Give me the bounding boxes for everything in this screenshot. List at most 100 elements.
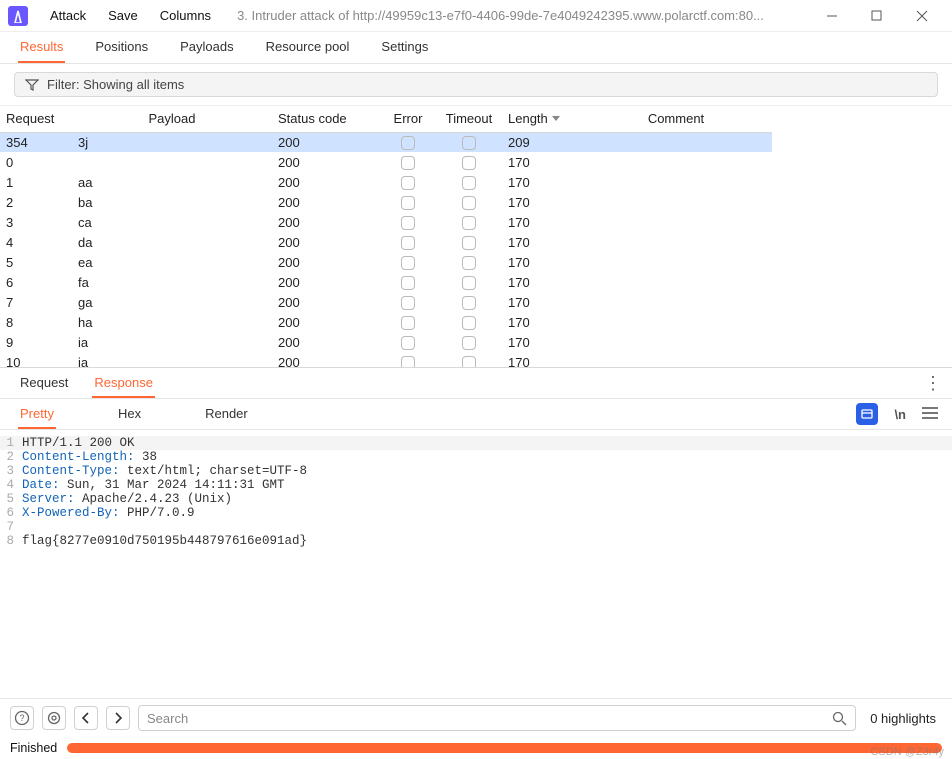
main-tabs: Results Positions Payloads Resource pool… — [0, 32, 952, 64]
tab-pretty[interactable]: Pretty — [18, 400, 56, 429]
checkbox-timeout[interactable] — [462, 156, 476, 170]
checkbox-timeout[interactable] — [462, 316, 476, 330]
minimize-button[interactable] — [809, 1, 854, 31]
table-row[interactable]: 6fa200170 — [0, 272, 772, 292]
col-request[interactable]: Request — [0, 106, 72, 132]
table-row[interactable]: 10ja200170 — [0, 352, 772, 368]
checkbox-error[interactable] — [401, 256, 415, 270]
search-placeholder: Search — [147, 711, 188, 726]
col-error[interactable]: Error — [380, 106, 436, 132]
filter-text: Filter: Showing all items — [47, 77, 184, 92]
checkbox-error[interactable] — [401, 136, 415, 150]
checkbox-error[interactable] — [401, 276, 415, 290]
hamburger-icon[interactable] — [922, 407, 938, 422]
maximize-button[interactable] — [854, 1, 899, 31]
table-row[interactable]: 4da200170 — [0, 232, 772, 252]
help-button[interactable]: ? — [10, 706, 34, 730]
checkbox-timeout[interactable] — [462, 136, 476, 150]
detail-tabs-bar: Request Response ⋮ — [0, 368, 952, 399]
checkbox-timeout[interactable] — [462, 236, 476, 250]
table-row[interactable]: 0200170 — [0, 152, 772, 172]
table-row[interactable]: 3ca200170 — [0, 212, 772, 232]
close-button[interactable] — [899, 1, 944, 31]
line-number: 2 — [0, 450, 22, 464]
checkbox-timeout[interactable] — [462, 276, 476, 290]
checkbox-error[interactable] — [401, 156, 415, 170]
table-row[interactable]: 5ea200170 — [0, 252, 772, 272]
menu-attack[interactable]: Attack — [40, 4, 96, 27]
code-line: Content-Type: text/html; charset=UTF-8 — [22, 464, 307, 478]
tab-resource-pool[interactable]: Resource pool — [264, 32, 352, 63]
svg-text:?: ? — [19, 713, 24, 723]
table-row[interactable]: 8ha200170 — [0, 312, 772, 332]
tab-request[interactable]: Request — [18, 369, 70, 398]
checkbox-error[interactable] — [401, 176, 415, 190]
checkbox-timeout[interactable] — [462, 256, 476, 270]
line-number: 4 — [0, 478, 22, 492]
app-icon — [8, 6, 28, 26]
col-status[interactable]: Status code — [272, 106, 380, 132]
line-number: 5 — [0, 492, 22, 506]
col-length-label: Length — [508, 111, 548, 126]
menu-columns[interactable]: Columns — [150, 4, 221, 27]
checkbox-timeout[interactable] — [462, 216, 476, 230]
table-row[interactable]: 2ba200170 — [0, 192, 772, 212]
checkbox-error[interactable] — [401, 196, 415, 210]
tab-positions[interactable]: Positions — [93, 32, 150, 63]
table-row[interactable]: 1aa200170 — [0, 172, 772, 192]
newline-toggle[interactable]: \n — [894, 407, 906, 422]
checkbox-timeout[interactable] — [462, 196, 476, 210]
prev-button[interactable] — [74, 706, 98, 730]
filter-bar: Filter: Showing all items — [0, 64, 952, 106]
checkbox-error[interactable] — [401, 296, 415, 310]
col-comment[interactable]: Comment — [580, 106, 772, 132]
checkbox-timeout[interactable] — [462, 176, 476, 190]
tab-render[interactable]: Render — [203, 400, 250, 429]
checkbox-error[interactable] — [401, 316, 415, 330]
checkbox-timeout[interactable] — [462, 296, 476, 310]
checkbox-error[interactable] — [401, 356, 415, 368]
more-options-icon[interactable]: ⋮ — [924, 373, 940, 394]
line-number: 1 — [0, 436, 22, 450]
checkbox-error[interactable] — [401, 336, 415, 350]
sort-asc-icon — [552, 116, 560, 121]
code-line: X-Powered-By: PHP/7.0.9 — [22, 506, 195, 520]
search-icon — [832, 711, 847, 726]
window-title: 3. Intruder attack of http://49959c13-e7… — [225, 8, 805, 23]
checkbox-error[interactable] — [401, 216, 415, 230]
tab-hex[interactable]: Hex — [116, 400, 143, 429]
format-tabs-bar: Pretty Hex Render \n — [0, 399, 952, 430]
code-line: Server: Apache/2.4.23 (Unix) — [22, 492, 232, 506]
code-line: Date: Sun, 31 Mar 2024 14:11:31 GMT — [22, 478, 285, 492]
table-row[interactable]: 3543j200209 — [0, 132, 772, 152]
inspector-icon[interactable] — [856, 403, 878, 425]
menu-bar: Attack Save Columns — [40, 4, 221, 27]
results-table[interactable]: Request Payload Status code Error Timeou… — [0, 106, 952, 368]
status-text: Finished — [10, 741, 57, 755]
search-input[interactable]: Search — [138, 705, 856, 731]
table-row[interactable]: 9ia200170 — [0, 332, 772, 352]
col-payload[interactable]: Payload — [72, 106, 272, 132]
response-body[interactable]: 1HTTP/1.1 200 OK 2Content-Length: 38 3Co… — [0, 430, 952, 698]
status-bar: Finished CSDN @Z3r4y — [0, 737, 952, 759]
tab-response[interactable]: Response — [92, 369, 155, 398]
next-button[interactable] — [106, 706, 130, 730]
line-number: 7 — [0, 520, 22, 534]
code-line: Content-Length: 38 — [22, 450, 157, 464]
table-row[interactable]: 7ga200170 — [0, 292, 772, 312]
col-length[interactable]: Length — [502, 106, 580, 132]
tab-results[interactable]: Results — [18, 32, 65, 63]
menu-save[interactable]: Save — [98, 4, 148, 27]
filter-button[interactable]: Filter: Showing all items — [14, 72, 938, 97]
settings-button[interactable] — [42, 706, 66, 730]
checkbox-timeout[interactable] — [462, 336, 476, 350]
checkbox-timeout[interactable] — [462, 356, 476, 368]
highlight-count: 0 highlights — [864, 711, 942, 726]
line-number: 3 — [0, 464, 22, 478]
tab-payloads[interactable]: Payloads — [178, 32, 235, 63]
tab-settings[interactable]: Settings — [379, 32, 430, 63]
progress-bar — [67, 743, 942, 753]
checkbox-error[interactable] — [401, 236, 415, 250]
bottom-bar: ? Search 0 highlights — [0, 698, 952, 737]
col-timeout[interactable]: Timeout — [436, 106, 502, 132]
